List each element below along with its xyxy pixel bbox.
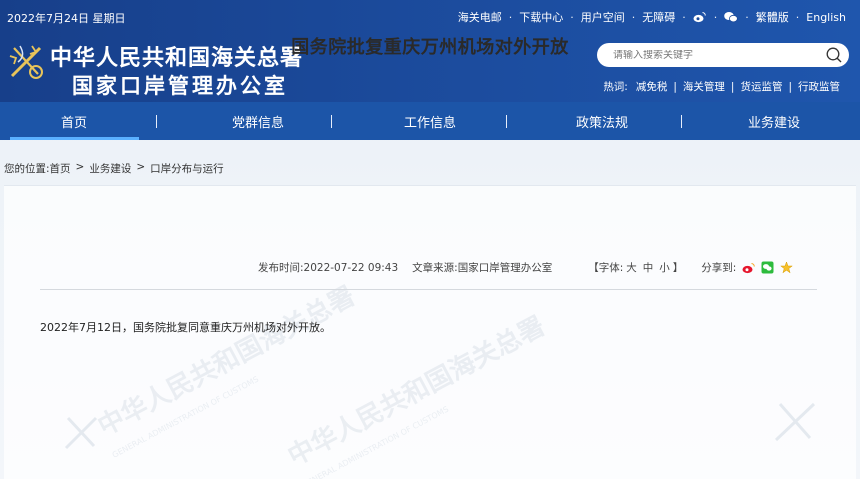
breadcrumb-link[interactable]: 口岸分布与运行 [150,161,224,176]
watermark-text: 中华人民共和国海关总署 [93,281,360,443]
link-customs-mail[interactable]: 海关电邮 [458,9,502,25]
hot-word-item[interactable]: 行政监管 [798,79,840,94]
separator: · [682,10,686,24]
font-size-label: 【字体: [588,262,624,274]
hot-word-item[interactable]: 货运监管 [740,79,782,94]
article-title: 国务院批复重庆万州机场对外开放 [291,37,569,58]
breadcrumb: 您的位置: 首页 > 业务建设 > 口岸分布与运行 [4,161,224,176]
favorite-star-icon[interactable] [779,261,793,275]
nav-item-party[interactable]: 党群信息 [172,102,344,140]
separator: | [730,80,735,93]
hot-words: 热词: 减免税 | 海关管理 | 货运监管 | 行政监管 [603,79,840,94]
hot-word-item[interactable]: 减免税 [636,79,668,94]
main-nav: 首页 党群信息 工作信息 政策法规 业务建设 [0,102,860,140]
link-accessibility[interactable]: 无障碍 [642,9,675,25]
nav-item-work[interactable]: 工作信息 [344,102,516,140]
source-label: 文章来源: [412,262,458,274]
link-traditional-chinese[interactable]: 繁體版 [756,9,789,25]
article-meta: 发布时间: 2022-07-22 09:43 文章来源: 国家口岸管理办公室 【… [258,260,793,275]
separator: | [788,80,792,93]
separator: · [631,10,636,24]
breadcrumb-separator: > [75,161,85,173]
nav-label: 政策法规 [575,115,628,131]
nav-item-business[interactable]: 业务建设 [688,102,860,140]
font-size-small[interactable]: 小 [659,260,670,275]
watermark-text: GENERAL ADMINISTRATION OF CUSTOMS [301,405,450,479]
nav-label: 党群信息 [231,115,284,131]
breadcrumb-separator: > [136,161,146,173]
share-label: 分享到: [701,262,737,274]
link-download-center[interactable]: 下载中心 [519,9,563,25]
hot-word-item[interactable]: 海关管理 [683,79,725,94]
site-title-port-office[interactable]: 国家口岸管理办公室 [72,70,288,100]
source-value: 国家口岸管理办公室 [457,262,553,274]
nav-divider [156,115,157,128]
nav-divider [331,115,332,128]
separator: · [713,10,718,24]
separator: · [795,10,800,24]
breadcrumb-prefix: 您的位置: [4,163,50,175]
wechat-icon[interactable] [724,10,739,24]
publish-label: 发布时间: [258,262,304,274]
font-size-medium[interactable]: 中 [643,260,654,275]
nav-label: 首页 [60,115,87,131]
weibo-icon[interactable] [693,10,707,24]
nav-label: 工作信息 [403,115,456,131]
breadcrumb-link[interactable]: 业务建设 [89,161,131,176]
title-divider [40,289,817,290]
separator: · [508,10,513,24]
wechat-share-icon[interactable] [760,261,774,275]
font-size-close: 】 [672,262,684,274]
article-body: 2022年7月12日，国务院批复同意重庆万州机场对外开放。 [40,321,331,334]
separator: · [745,10,749,24]
nav-divider [681,115,682,128]
separator: · [570,10,574,24]
breadcrumb-link[interactable]: 首页 [50,161,71,176]
nav-label: 业务建设 [747,115,800,131]
hot-words-label: 热词: [603,81,628,93]
top-links: 海关电邮 · 下载中心 · 用户空间 · 无障碍 · · · 繁體版 · Eng… [458,9,846,25]
nav-item-home[interactable]: 首页 [0,102,172,140]
publish-time: 2022-07-22 09:43 [303,261,399,274]
font-size-large[interactable]: 大 [626,260,637,275]
link-english[interactable]: English [806,11,846,24]
watermark-text: GENERAL ADMINISTRATION OF CUSTOMS [111,375,260,460]
weibo-share-icon[interactable] [741,261,755,275]
separator: | [673,80,677,93]
current-date: 2022年7月24日 星期日 [7,12,126,25]
nav-item-policy[interactable]: 政策法规 [516,102,688,140]
link-user-space[interactable]: 用户空间 [581,9,625,25]
nav-divider [506,115,507,128]
